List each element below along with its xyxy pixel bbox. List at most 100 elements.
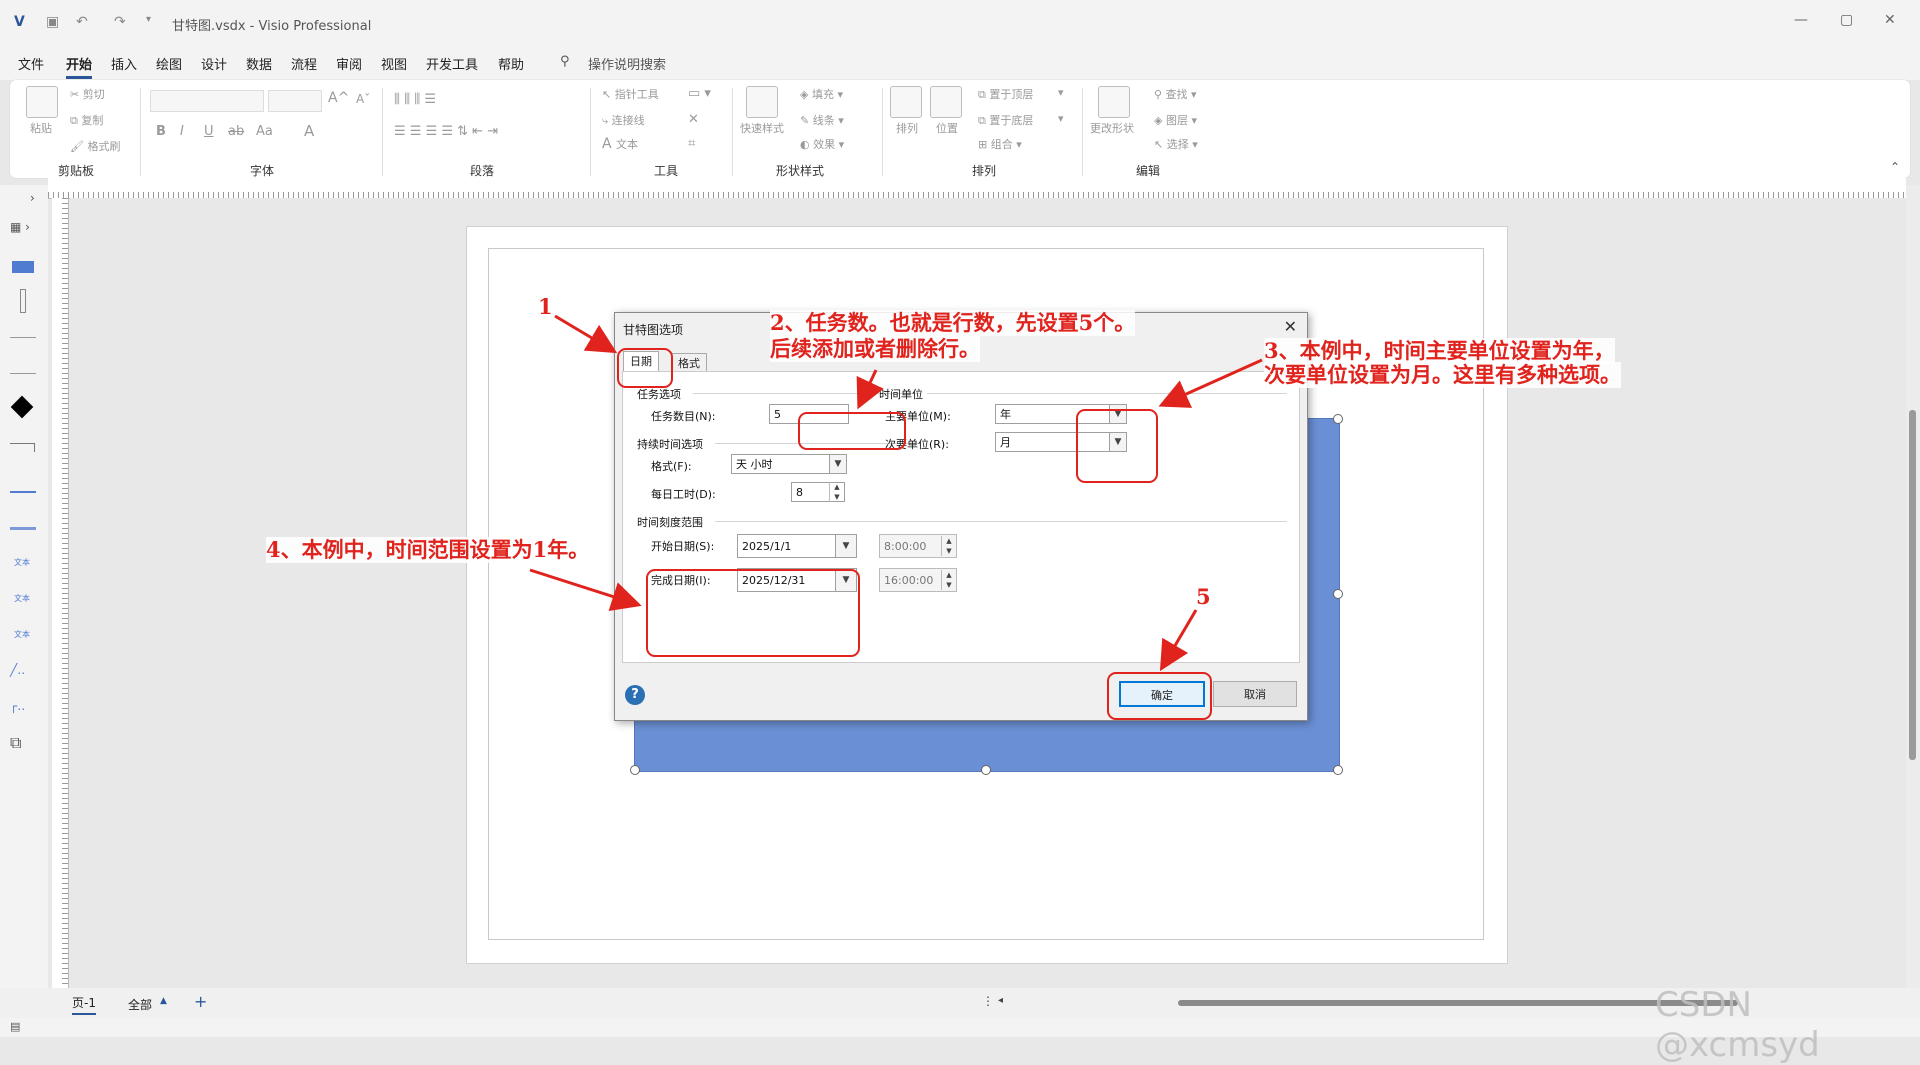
chevron-down-icon[interactable]: ▼	[829, 454, 847, 474]
arrange-icon[interactable]	[890, 86, 922, 118]
cut-button[interactable]: ✂ 剪切	[70, 86, 105, 102]
selection-handle[interactable]	[1333, 589, 1343, 599]
bar-shape-icon[interactable]	[20, 289, 26, 313]
connector-button[interactable]: ⤷ 连接线	[602, 112, 645, 128]
scroll-left-icon[interactable]: ◂	[998, 995, 1003, 1006]
menu-file[interactable]: 文件	[18, 54, 44, 73]
bring-to-front-button[interactable]: ⧉ 置于顶层	[978, 86, 1033, 102]
italic-icon[interactable]: I	[180, 124, 184, 139]
stencil-icon[interactable]: ▦ ›	[10, 220, 30, 234]
menu-home[interactable]: 开始	[66, 54, 93, 79]
bold-icon[interactable]: B	[156, 124, 166, 139]
line-button[interactable]: ✎ 线条 ▾	[800, 112, 844, 128]
page-tab-1[interactable]: 页-1	[72, 994, 96, 1015]
menu-view[interactable]: 视图	[381, 54, 407, 73]
minimize-icon[interactable]: —	[1794, 12, 1808, 28]
elbow-connector-icon[interactable]: ┌‥	[10, 699, 25, 713]
fill-button[interactable]: ◈ 填充 ▾	[800, 86, 843, 102]
more-icon[interactable]: ⋮	[982, 994, 994, 1008]
customize-qat-icon[interactable]: ▾	[146, 14, 151, 25]
close-window-icon[interactable]: ✕	[1884, 12, 1896, 28]
chevron-down-icon[interactable]: ▼	[835, 534, 857, 558]
task-shape-icon[interactable]	[12, 261, 34, 273]
layers-button[interactable]: ◈ 图层 ▾	[1154, 112, 1197, 128]
cancel-button[interactable]: 取消	[1213, 681, 1297, 707]
paste-icon[interactable]	[26, 86, 58, 118]
all-pages-button[interactable]: 全部	[128, 996, 152, 1013]
change-shape-button[interactable]: 更改形状	[1090, 120, 1134, 136]
tell-me-search[interactable]: 操作说明搜索	[588, 54, 666, 73]
spinner-icon[interactable]: ▲ ▼	[829, 482, 844, 502]
selection-handle[interactable]	[1333, 414, 1343, 424]
group-button[interactable]: ⊞ 组合 ▾	[978, 136, 1022, 152]
save-icon[interactable]: ▣	[46, 14, 59, 30]
milestone-shape-icon[interactable]	[10, 395, 34, 419]
menu-review[interactable]: 审阅	[336, 54, 362, 73]
diagonal-connector-icon[interactable]: ╱‥	[10, 663, 25, 677]
menu-help[interactable]: 帮助	[498, 54, 524, 73]
help-icon[interactable]: ?	[625, 685, 645, 705]
quick-styles-button[interactable]: 快速样式	[740, 120, 784, 136]
arrange-button[interactable]: 排列	[896, 120, 918, 136]
text-shape-icon[interactable]: 文本	[14, 557, 30, 568]
line-shape-icon[interactable]	[10, 337, 36, 338]
align-top-icon[interactable]: ⫼ ⫼ ⫼ ☰	[394, 92, 436, 107]
position-icon[interactable]	[930, 86, 962, 118]
bring-front-dropdown-icon[interactable]: ▾	[1058, 86, 1064, 99]
undo-icon[interactable]: ↶	[76, 14, 88, 30]
line-shape-icon[interactable]	[10, 373, 36, 374]
text-tool-button[interactable]: A 文本	[602, 136, 638, 152]
redo-icon[interactable]: ↷	[114, 14, 126, 30]
copy-button[interactable]: ⧉ 复制	[70, 112, 103, 128]
paste-button[interactable]: 粘贴	[30, 120, 52, 136]
rectangle-icon[interactable]: ▭ ▾	[688, 86, 711, 101]
tab-format[interactable]: 格式	[671, 353, 707, 372]
menu-insert[interactable]: 插入	[111, 54, 137, 73]
pointer-tool-button[interactable]: ↖ 指针工具	[602, 86, 659, 102]
effects-button[interactable]: ◐ 效果 ▾	[800, 136, 844, 152]
grow-font-icon[interactable]: A^	[328, 90, 349, 106]
collapse-ribbon-icon[interactable]: ⌃	[1890, 160, 1900, 174]
search-icon[interactable]: ⚲	[560, 54, 570, 69]
text-shape-icon[interactable]: 文本	[14, 629, 30, 640]
send-to-back-button[interactable]: ⧉ 置于底层	[978, 112, 1033, 128]
add-page-icon[interactable]: +	[194, 992, 207, 1011]
spinner-icon[interactable]: ▲ ▼	[941, 570, 956, 590]
underline-icon[interactable]: U	[204, 124, 214, 139]
spinner-icon[interactable]: ▲ ▼	[941, 536, 956, 556]
menu-draw[interactable]: 绘图	[156, 54, 182, 73]
horizontal-scrollbar-thumb[interactable]	[1178, 1000, 1738, 1006]
menu-process[interactable]: 流程	[291, 54, 317, 73]
strikethrough-icon[interactable]: ab	[228, 124, 244, 139]
font-size-select[interactable]	[268, 90, 322, 112]
menu-data[interactable]: 数据	[246, 54, 272, 73]
dashed-shape-icon[interactable]	[10, 527, 36, 530]
close-icon[interactable]: ✕	[1284, 317, 1297, 336]
change-case-icon[interactable]: Aa	[256, 124, 273, 139]
page-view-icon[interactable]: ▤	[10, 1020, 20, 1033]
menu-developer[interactable]: 开发工具	[426, 54, 478, 73]
change-shape-icon[interactable]	[1098, 86, 1130, 118]
caret-up-icon[interactable]: ▲	[160, 996, 167, 1006]
text-shape-icon[interactable]: 文本	[14, 593, 30, 604]
align-text-icon[interactable]: ☰ ☰ ☰ ☰ ⇅ ⇤ ⇥	[394, 124, 498, 139]
selection-handle[interactable]	[630, 765, 640, 775]
find-button[interactable]: ⚲ 查找 ▾	[1154, 86, 1197, 102]
position-button[interactable]: 位置	[936, 120, 958, 136]
shrink-font-icon[interactable]: Aˇ	[356, 92, 370, 106]
more-shapes-icon[interactable]: ⧉	[10, 733, 21, 753]
maximize-icon[interactable]: ▢	[1840, 12, 1853, 28]
font-color-icon[interactable]: A	[304, 122, 314, 140]
selection-handle[interactable]	[1333, 765, 1343, 775]
send-back-dropdown-icon[interactable]: ▾	[1058, 112, 1064, 125]
format-painter-button[interactable]: 🖌 格式刷	[70, 138, 120, 154]
selection-handle[interactable]	[981, 765, 991, 775]
bracket-shape-icon[interactable]	[10, 443, 35, 452]
select-button[interactable]: ↖ 选择 ▾	[1154, 136, 1198, 152]
expand-shapes-icon[interactable]: ›	[30, 191, 35, 205]
quick-styles-icon[interactable]	[746, 86, 778, 118]
vertical-scrollbar-thumb[interactable]	[1909, 410, 1916, 760]
font-family-select[interactable]	[150, 90, 264, 112]
interval-shape-icon[interactable]	[10, 491, 36, 493]
close-shape-icon[interactable]: ✕	[688, 112, 699, 127]
